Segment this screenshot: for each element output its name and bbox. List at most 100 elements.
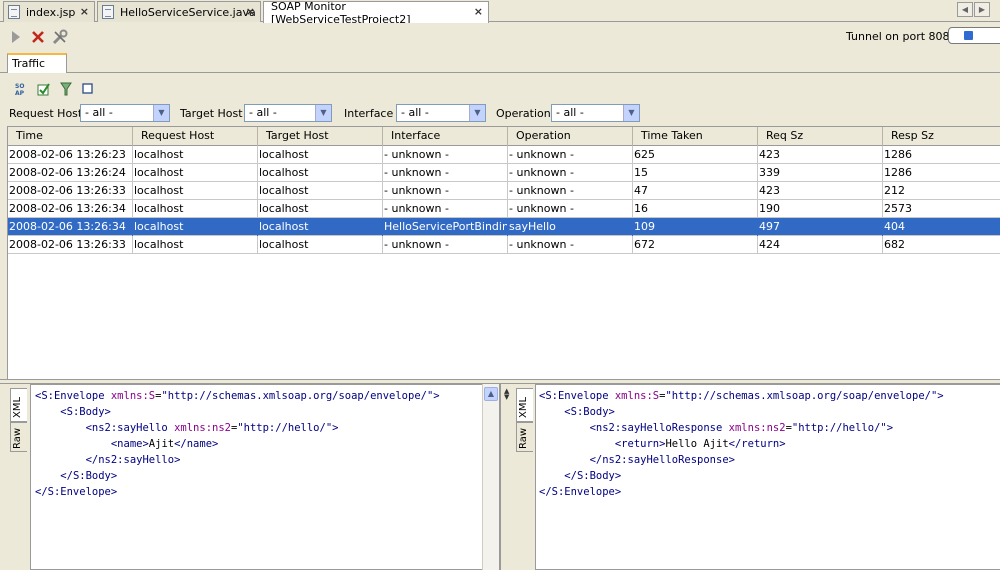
tab-raw[interactable]: Raw xyxy=(10,422,27,452)
xml-tag: </S:Body> xyxy=(60,470,118,482)
xml-tag: <name> xyxy=(110,438,149,450)
xml-tag: <return> xyxy=(614,438,666,450)
scroll-up-icon[interactable]: ▲ xyxy=(484,387,498,401)
request-scrollbar[interactable]: ▲ xyxy=(482,384,499,570)
table-cell: HelloServicePortBinding xyxy=(383,218,508,236)
scroll-tabs-right-icon[interactable]: ▶ xyxy=(974,2,990,17)
validate-check-icon[interactable] xyxy=(36,81,52,97)
xml-attr: xmlns:S xyxy=(614,390,660,402)
xml-tag: </return> xyxy=(728,438,786,450)
xml-value: "http://hello/" xyxy=(237,422,333,434)
interface-value: - all - xyxy=(401,106,429,119)
tunnel-progress-bar xyxy=(948,27,1000,44)
column-header-interface[interactable]: Interface xyxy=(383,127,508,146)
response-xml-content: <S:Envelope xmlns:S="http://schemas.xmls… xyxy=(539,388,944,500)
xml-tag: <S:Body> xyxy=(60,406,111,418)
xml-tag: </S:Body> xyxy=(564,470,622,482)
table-cell: - unknown - xyxy=(508,182,633,200)
tab-hello-service-java[interactable]: HelloServiceService.java × xyxy=(97,1,261,22)
tab-raw-label: Raw xyxy=(518,427,529,449)
request-host-select[interactable]: - all - ▼ xyxy=(80,104,170,122)
tab-label: index.jsp xyxy=(26,5,76,19)
chevron-down-icon[interactable]: ▼ xyxy=(623,105,639,121)
soap-icon[interactable]: SO AP xyxy=(14,81,30,97)
monitor-toolbar: Tunnel on port 8081 xyxy=(0,23,1000,51)
table-cell: localhost xyxy=(258,146,383,164)
tab-traffic-log[interactable]: Traffic Log xyxy=(7,53,67,87)
progress-indicator xyxy=(964,31,973,40)
operation-label: Operation xyxy=(496,107,551,120)
filter-icon[interactable] xyxy=(58,81,74,97)
table-row[interactable]: 2008-02-06 13:26:34 localhost localhost Hel… xyxy=(8,218,1000,236)
table-row[interactable]: 2008-02-06 13:26:34 localhost localhost - u… xyxy=(8,200,1000,218)
close-icon[interactable]: × xyxy=(80,5,89,18)
request-xml-pane[interactable]: <S:Envelope xmlns:S="http://schemas.xmls… xyxy=(30,384,500,570)
operation-value: - all - xyxy=(556,106,584,119)
table-cell: 2008-02-06 13:26:24 xyxy=(8,164,133,182)
table-cell: 2008-02-06 13:26:23 xyxy=(8,146,133,164)
response-xml-pane[interactable]: <S:Envelope xmlns:S="http://schemas.xmls… xyxy=(535,384,1000,570)
svg-text:AP: AP xyxy=(15,90,25,96)
clear-log-icon[interactable] xyxy=(80,81,96,97)
table-row[interactable]: 2008-02-06 13:26:23 localhost localhost - u… xyxy=(8,146,1000,164)
xml-tag: <S:Envelope xyxy=(539,390,615,402)
table-cell: 423 xyxy=(758,146,883,164)
xml-value: "http://hello/" xyxy=(791,422,887,434)
tab-xml-label: XML xyxy=(12,396,23,418)
xml-tag: > xyxy=(332,422,339,434)
tab-raw-label: Raw xyxy=(12,427,23,449)
table-cell: - unknown - xyxy=(508,236,633,254)
xml-tag: </name> xyxy=(174,438,219,450)
column-header-time[interactable]: Time xyxy=(8,127,133,146)
close-icon[interactable]: × xyxy=(474,5,483,18)
xml-tag: <ns2:sayHello xyxy=(85,422,175,434)
table-row[interactable]: 2008-02-06 13:26:33 localhost localhost - u… xyxy=(8,236,1000,254)
table-cell: 625 xyxy=(633,146,758,164)
xml-attr: xmlns:ns2 xyxy=(728,422,786,434)
table-row[interactable]: 2008-02-06 13:26:24 localhost localhost - u… xyxy=(8,164,1000,182)
chevron-down-icon[interactable]: ▼ xyxy=(469,105,485,121)
xml-tag: </S:Envelope> xyxy=(35,486,118,498)
table-cell: 1286 xyxy=(883,164,1000,182)
table-cell: 2573 xyxy=(883,200,1000,218)
tab-xml[interactable]: XML xyxy=(516,388,533,422)
target-host-label: Target Host xyxy=(180,107,243,120)
column-header-time-taken[interactable]: Time Taken xyxy=(633,127,758,146)
request-host-label: Request Host xyxy=(9,107,83,120)
svg-text:SO: SO xyxy=(15,83,24,90)
table-cell: localhost xyxy=(133,200,258,218)
response-view-tabs: XML Raw xyxy=(513,384,535,570)
target-host-value: - all - xyxy=(249,106,277,119)
column-header-target-host[interactable]: Target Host xyxy=(258,127,383,146)
xml-tag: > xyxy=(886,422,894,434)
tab-index-jsp[interactable]: index.jsp × xyxy=(3,1,95,22)
table-cell: localhost xyxy=(258,182,383,200)
collapse-arrows-icon[interactable]: ▲ ▼ xyxy=(504,388,511,401)
table-cell: 424 xyxy=(758,236,883,254)
scroll-tabs-left-icon[interactable]: ◀ xyxy=(957,2,973,17)
column-header-req-sz[interactable]: Req Sz xyxy=(758,127,883,146)
settings-tools-icon[interactable] xyxy=(51,28,69,46)
xml-text: Ajit xyxy=(148,438,175,450)
request-host-value: - all - xyxy=(85,106,113,119)
request-view-tabs: XML Raw xyxy=(7,384,29,570)
table-cell: localhost xyxy=(133,218,258,236)
table-row[interactable]: 2008-02-06 13:26:33 localhost localhost - u… xyxy=(8,182,1000,200)
operation-select[interactable]: - all - ▼ xyxy=(551,104,640,122)
tab-xml[interactable]: XML xyxy=(10,388,27,422)
chevron-down-icon[interactable]: ▼ xyxy=(315,105,331,121)
tab-raw[interactable]: Raw xyxy=(516,422,533,452)
table-cell: - unknown - xyxy=(383,182,508,200)
stop-icon[interactable] xyxy=(29,28,47,46)
table-cell: - unknown - xyxy=(508,164,633,182)
tab-soap-monitor[interactable]: SOAP Monitor [WebServiceTestProject2] × xyxy=(263,0,489,26)
column-header-request-host[interactable]: Request Host xyxy=(133,127,258,146)
column-header-operation[interactable]: Operation xyxy=(508,127,633,146)
chevron-down-icon[interactable]: ▼ xyxy=(153,105,169,121)
interface-select[interactable]: - all - ▼ xyxy=(396,104,486,122)
close-icon[interactable]: × xyxy=(246,5,255,18)
start-icon[interactable] xyxy=(7,28,25,46)
target-host-select[interactable]: - all - ▼ xyxy=(244,104,332,122)
column-header-resp-sz[interactable]: Resp Sz xyxy=(883,127,1000,146)
table-cell: 16 xyxy=(633,200,758,218)
